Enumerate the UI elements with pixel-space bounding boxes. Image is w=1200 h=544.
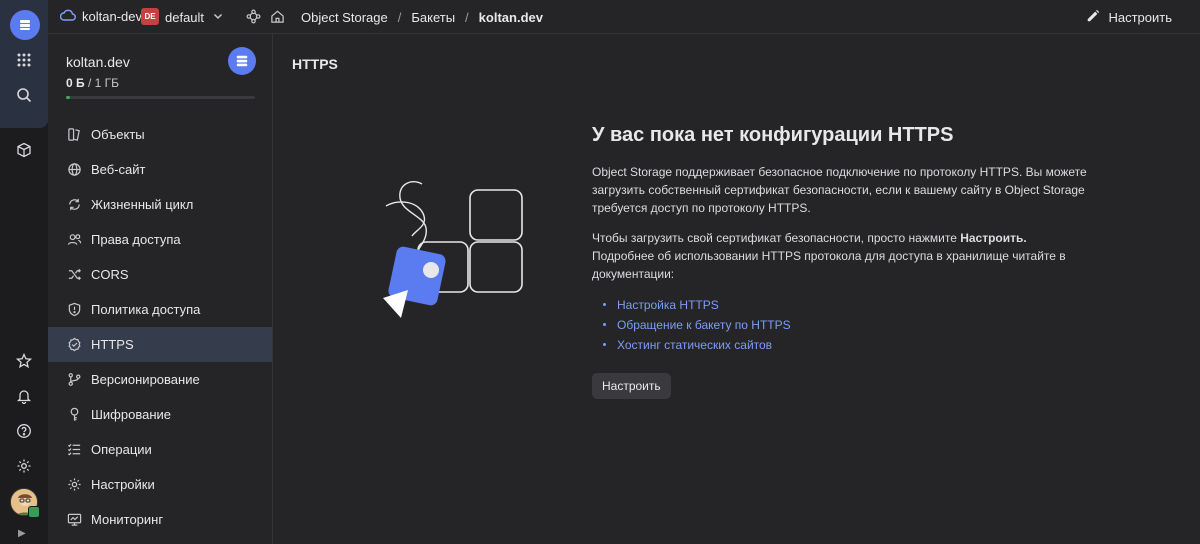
usage-progress-fill [66, 96, 70, 99]
breadcrumb-separator: / [397, 10, 402, 25]
list-icon [66, 442, 82, 458]
global-rail: ▶ [0, 0, 48, 544]
settings-gear-icon[interactable] [9, 451, 39, 481]
nav-label: CORS [91, 267, 129, 282]
nav-item-access-policy[interactable]: Политика доступа [48, 292, 272, 327]
link-static-hosting[interactable]: Хостинг статических сайтов [617, 338, 772, 352]
nav-label: HTTPS [91, 337, 134, 352]
globe-icon [66, 162, 82, 178]
cloud-selector[interactable]: koltan-dev [59, 9, 142, 24]
chevron-down-icon[interactable] [212, 10, 224, 25]
empty-state-illustration [378, 176, 528, 321]
nav-item-website[interactable]: Веб-сайт [48, 152, 272, 187]
shield-icon [66, 302, 82, 318]
search-icon[interactable] [9, 80, 39, 110]
nav-item-https[interactable]: HTTPS [48, 327, 272, 362]
empty-state-instructions: Чтобы загрузить свой сертификат безопасн… [592, 229, 1092, 283]
gear-icon [66, 477, 82, 493]
nav-label: Операции [91, 442, 152, 457]
list-item: Хостинг статических сайтов [592, 335, 1092, 355]
empty-state-title: У вас пока нет конфигурации HTTPS [592, 124, 954, 146]
nav-label: Версионирование [91, 372, 200, 387]
monitor-icon [66, 512, 82, 528]
docs-links: Настройка HTTPS Обращение к бакету по HT… [592, 295, 1092, 355]
cube-icon[interactable] [9, 135, 39, 165]
nav-item-versioning[interactable]: Версионирование [48, 362, 272, 397]
account-status-badge [28, 506, 40, 518]
nav-label: Настройки [91, 477, 155, 492]
star-icon[interactable] [9, 346, 39, 376]
branch-icon [66, 372, 82, 388]
nav-item-cors[interactable]: CORS [48, 257, 272, 292]
instructions-bold: Настроить. [960, 231, 1027, 245]
expand-rail-icon[interactable]: ▶ [18, 528, 26, 539]
nav-label: Объекты [91, 127, 145, 142]
bucket-name: koltan.dev [66, 54, 130, 70]
nav-label: Политика доступа [91, 302, 201, 317]
bucket-nav: Объекты Веб-сайт Жизненный цикл Права до… [48, 117, 272, 537]
configure-top-button[interactable]: Настроить [1086, 9, 1172, 26]
nav-item-operations[interactable]: Операции [48, 432, 272, 467]
nav-label: Права доступа [91, 232, 181, 247]
cloud-name: koltan-dev [82, 9, 142, 24]
usage-progress-bar [66, 96, 255, 99]
objects-icon [66, 127, 82, 143]
nav-item-monitoring[interactable]: Мониторинг [48, 502, 272, 537]
nav-item-encryption[interactable]: Шифрование [48, 397, 272, 432]
users-icon [66, 232, 82, 248]
breadcrumb-bucket[interactable]: koltan.dev [479, 10, 543, 25]
nav-label: Мониторинг [91, 512, 164, 527]
configure-top-label: Настроить [1108, 10, 1172, 25]
nav-label: Шифрование [91, 407, 171, 422]
hub-icon[interactable] [246, 9, 261, 27]
instructions-text-end: Подробнее об использовании HTTPS протоко… [592, 249, 1066, 281]
nav-label: Веб-сайт [91, 162, 146, 177]
badge-check-icon [66, 337, 82, 353]
lifecycle-icon [66, 197, 82, 213]
home-icon[interactable] [270, 9, 285, 27]
configure-button[interactable]: Настроить [592, 373, 671, 399]
nav-item-objects[interactable]: Объекты [48, 117, 272, 152]
nav-item-settings[interactable]: Настройки [48, 467, 272, 502]
folder-name[interactable]: default [165, 10, 204, 25]
link-https-setup[interactable]: Настройка HTTPS [617, 298, 719, 312]
key-icon [66, 407, 82, 423]
folder-badge: DE [141, 8, 159, 25]
empty-state-description: Object Storage поддерживает безопасное п… [592, 165, 1087, 215]
bell-icon[interactable] [9, 381, 39, 411]
instructions-text: Чтобы загрузить свой сертификат безопасн… [592, 231, 961, 245]
bucket-total: 1 ГБ [94, 76, 120, 90]
bucket-used: 0 Б [66, 76, 85, 90]
page-title: HTTPS [292, 56, 338, 72]
nav-item-lifecycle[interactable]: Жизненный цикл [48, 187, 272, 222]
breadcrumb-object-storage[interactable]: Object Storage [301, 10, 388, 25]
bucket-sidebar: koltan.dev 0 Б / 1 ГБ Объекты Веб-сайт Ж… [48, 34, 273, 544]
pencil-icon [1086, 9, 1100, 26]
nav-label: Жизненный цикл [91, 197, 194, 212]
list-item: Обращение к бакету по HTTPS [592, 315, 1092, 335]
services-grid-icon[interactable] [9, 45, 39, 75]
breadcrumb: Object Storage / Бакеты / koltan.dev [301, 10, 543, 25]
cloud-icon [59, 9, 76, 24]
shuffle-icon [66, 267, 82, 283]
help-icon[interactable] [9, 416, 39, 446]
link-bucket-https-access[interactable]: Обращение к бакету по HTTPS [617, 318, 791, 332]
nav-item-access-rights[interactable]: Права доступа [48, 222, 272, 257]
top-bar: koltan-dev DE default Object Storage / Б… [48, 0, 1200, 34]
breadcrumb-separator: / [465, 10, 469, 25]
list-item: Настройка HTTPS [592, 295, 1092, 315]
bucket-icon [228, 47, 256, 75]
bucket-usage: 0 Б / 1 ГБ [66, 76, 120, 90]
empty-state-content: У вас пока нет конфигурации HTTPS Object… [592, 124, 1092, 399]
object-storage-logo-icon[interactable] [10, 10, 40, 40]
breadcrumb-buckets[interactable]: Бакеты [411, 10, 455, 25]
